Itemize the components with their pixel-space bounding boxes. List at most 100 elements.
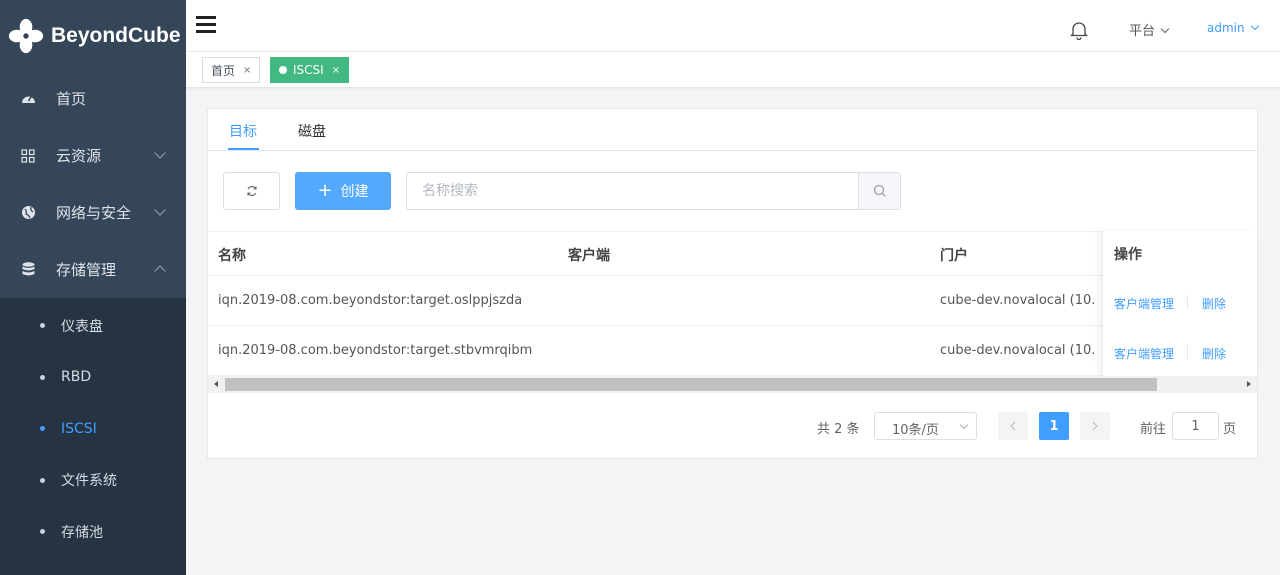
page-button-current[interactable]: 1	[1039, 412, 1069, 440]
chevron-down-icon	[959, 420, 969, 430]
user-dropdown[interactable]: admin	[1207, 21, 1259, 35]
search-button[interactable]	[858, 173, 900, 209]
action-divider	[1187, 295, 1188, 309]
tabs: 目标 磁盘	[208, 109, 1257, 151]
page-size-value: 10条/页	[892, 423, 939, 438]
column-header-client: 客户端	[568, 248, 610, 264]
chevron-down-icon	[154, 147, 166, 159]
sidebar: BeyondCube 首页 云资源 网络与安全 存储管理 仪表盘 RBD ISC…	[0, 0, 186, 575]
chevron-down-icon	[1250, 21, 1259, 31]
tag-home[interactable]: 首页 ×	[202, 57, 261, 83]
target-name: iqn.2019-08.com.beyondstor:target.stbvmr…	[218, 343, 533, 358]
column-header-actions: 操作	[1114, 247, 1142, 263]
sidebar-item-label: 存储池	[61, 524, 103, 541]
action-divider	[1187, 345, 1188, 359]
active-tab-indicator	[228, 148, 259, 150]
bell-icon[interactable]	[1070, 20, 1088, 40]
goto-suffix: 页	[1223, 422, 1237, 437]
create-label: 创建	[340, 184, 369, 200]
sidebar-item-label: 文件系统	[61, 473, 117, 490]
plus-icon: +	[317, 180, 333, 201]
sidebar-item-cloud-resources[interactable]: 云资源	[0, 127, 186, 184]
goto-prefix: 前往	[1140, 422, 1167, 437]
close-icon[interactable]: ×	[332, 65, 340, 76]
refresh-icon	[246, 186, 257, 196]
pagination: 共 2 条 10条/页 1 前往 1 页	[208, 409, 1257, 443]
search-input[interactable]	[407, 173, 858, 209]
brand-name: BeyondCube	[51, 24, 181, 47]
platform-label: 平台	[1129, 24, 1156, 39]
table-row: iqn.2019-08.com.beyondstor:target.stbvmr…	[208, 326, 1257, 376]
sidebar-item-dashboard[interactable]: 仪表盘	[0, 300, 186, 352]
iscsi-card: 目标 磁盘 + 创建 名称 客户端 门户 iqn.2019-08.com.bey…	[207, 108, 1258, 459]
total-count: 共 2 条	[817, 422, 860, 437]
user-name: admin	[1207, 21, 1245, 35]
chevron-left-icon	[1010, 421, 1016, 431]
bullet-icon	[40, 323, 45, 329]
platform-dropdown[interactable]: 平台	[1129, 20, 1170, 39]
column-header-portal: 门户	[940, 248, 968, 264]
bullet-icon	[40, 374, 45, 380]
grid-icon	[20, 148, 36, 164]
target-name: iqn.2019-08.com.beyondstor:target.oslppj…	[218, 293, 523, 308]
close-icon[interactable]: ×	[243, 65, 251, 76]
refresh-button[interactable]	[223, 172, 280, 210]
sidebar-item-label: 仪表盘	[61, 318, 103, 335]
top-header: 平台 admin	[186, 0, 1280, 52]
scrollbar-thumb[interactable]	[225, 378, 1157, 391]
sidebar-item-rbd[interactable]: RBD	[0, 352, 186, 404]
search-icon	[873, 184, 886, 197]
tag-label: 首页	[211, 63, 236, 78]
hamburger-menu-icon[interactable]	[196, 16, 216, 34]
sidebar-item-label: 云资源	[56, 147, 102, 165]
tag-iscsi[interactable]: ISCSI ×	[270, 57, 350, 83]
sidebar-item-storage-management[interactable]: 存储管理	[0, 241, 186, 298]
page-size-select[interactable]: 10条/页	[874, 412, 977, 440]
chevron-down-icon	[154, 204, 166, 216]
target-portal: cube-dev.novalocal (10.	[940, 343, 1096, 358]
create-button[interactable]: + 创建	[295, 172, 391, 210]
storage-submenu: 仪表盘 RBD ISCSI 文件系统 存储池	[0, 298, 186, 575]
tab-targets[interactable]: 目标	[229, 121, 257, 141]
globe-icon	[20, 205, 36, 221]
sidebar-item-label: ISCSI	[61, 420, 97, 437]
delete-link[interactable]: 删除	[1202, 345, 1226, 362]
bullet-icon	[40, 426, 45, 432]
sidebar-item-label: 首页	[56, 90, 87, 108]
scroll-left-icon[interactable]	[214, 381, 218, 387]
sidebar-item-label: 存储管理	[56, 261, 117, 279]
sidebar-item-network-security[interactable]: 网络与安全	[0, 184, 186, 241]
chevron-up-icon	[154, 265, 166, 277]
chevron-right-icon	[1092, 421, 1098, 431]
tab-disks[interactable]: 磁盘	[298, 121, 326, 141]
manage-clients-link[interactable]: 客户端管理	[1114, 295, 1174, 312]
database-icon	[20, 262, 36, 278]
horizontal-scrollbar[interactable]	[208, 376, 1257, 393]
target-portal: cube-dev.novalocal (10.	[940, 293, 1096, 308]
dashboard-icon	[20, 91, 36, 107]
bullet-icon	[40, 477, 45, 483]
sidebar-item-filesystem[interactable]: 文件系统	[0, 455, 186, 507]
logo[interactable]: BeyondCube	[0, 0, 186, 72]
sidebar-item-storage-pool[interactable]: 存储池	[0, 506, 186, 558]
active-dot-icon	[279, 66, 287, 74]
bullet-icon	[40, 529, 45, 535]
table-header: 名称 客户端 门户	[208, 231, 1257, 276]
chevron-down-icon	[1160, 24, 1170, 34]
next-page-button[interactable]	[1080, 412, 1110, 440]
tags-view-bar: 首页 × ISCSI ×	[186, 52, 1280, 88]
actions-column: 操作 客户端管理 删除 客户端管理 删除	[1102, 231, 1257, 377]
tag-label: ISCSI	[293, 63, 324, 77]
delete-link[interactable]: 删除	[1202, 295, 1226, 312]
prev-page-button[interactable]	[998, 412, 1028, 440]
toolbar: + 创建	[208, 151, 1257, 231]
sidebar-item-home[interactable]: 首页	[0, 70, 186, 127]
goto-page-input[interactable]: 1	[1172, 412, 1219, 440]
column-header-name: 名称	[218, 248, 246, 264]
manage-clients-link[interactable]: 客户端管理	[1114, 345, 1174, 362]
targets-table: 名称 客户端 门户 iqn.2019-08.com.beyondstor:tar…	[208, 231, 1257, 377]
scroll-right-icon[interactable]	[1247, 381, 1251, 387]
table-row: iqn.2019-08.com.beyondstor:target.oslppj…	[208, 276, 1257, 326]
sidebar-item-iscsi[interactable]: ISCSI	[0, 403, 186, 455]
search-box	[406, 172, 901, 210]
